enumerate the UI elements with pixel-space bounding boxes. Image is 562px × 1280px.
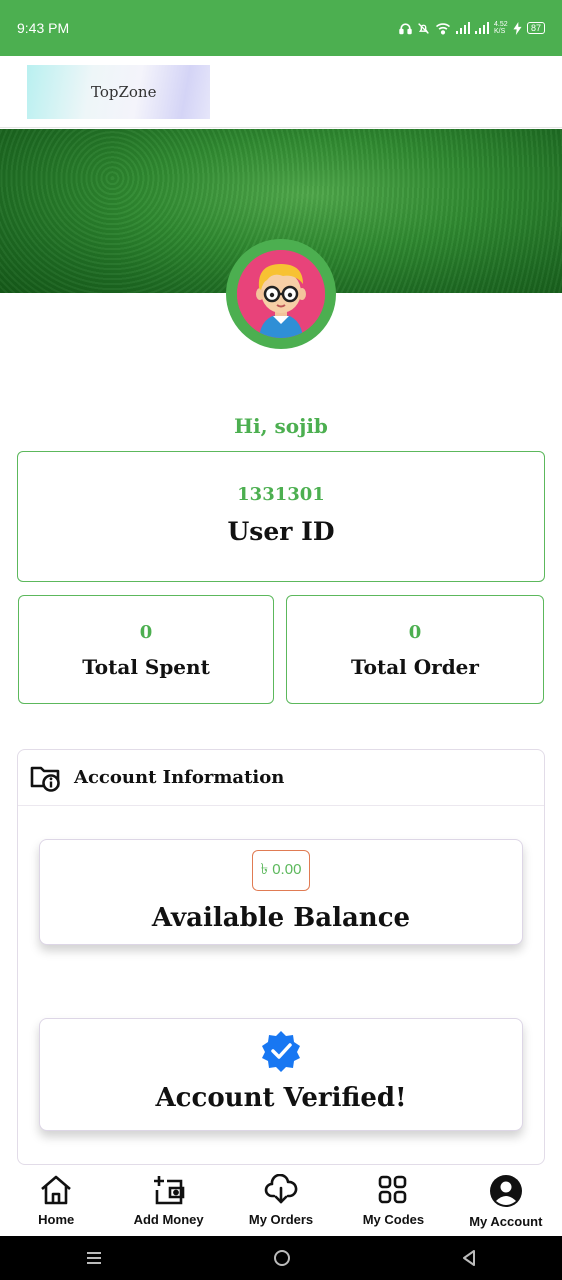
grid-icon bbox=[379, 1175, 407, 1204]
folder-info-icon bbox=[30, 766, 60, 792]
bottom-nav: Home Add Money My Orders My Codes My Acc… bbox=[0, 1166, 562, 1236]
signal-icon bbox=[455, 22, 470, 34]
nav-my-codes[interactable]: My Codes bbox=[337, 1166, 449, 1236]
total-spent-value: 0 bbox=[139, 622, 153, 643]
cloud-download-icon bbox=[264, 1174, 298, 1204]
nav-my-account[interactable]: My Account bbox=[450, 1166, 562, 1236]
nav-my-account-label: My Account bbox=[469, 1214, 543, 1229]
headphones-icon bbox=[399, 22, 412, 34]
home-icon bbox=[41, 1175, 72, 1205]
nav-add-money[interactable]: Add Money bbox=[112, 1166, 224, 1236]
wifi-icon bbox=[435, 22, 451, 35]
available-balance-label: Available Balance bbox=[151, 903, 411, 933]
total-spent-card: 0 Total Spent bbox=[18, 595, 274, 704]
account-verified-label: Account Verified! bbox=[155, 1083, 407, 1113]
nav-my-codes-label: My Codes bbox=[362, 1212, 425, 1227]
signal-icon-2 bbox=[474, 22, 489, 34]
account-information-title: Account Information bbox=[74, 767, 285, 788]
status-time: 9:43 PM bbox=[17, 20, 70, 36]
back-icon[interactable] bbox=[461, 1249, 477, 1267]
app-header: TopZone bbox=[0, 56, 562, 128]
user-id-label: User ID bbox=[227, 517, 335, 546]
account-circle-icon bbox=[489, 1175, 522, 1207]
logo[interactable]: TopZone bbox=[27, 65, 210, 119]
battery-level: 87 bbox=[526, 22, 545, 34]
greeting: Hi, sojib bbox=[234, 414, 328, 438]
total-order-card: 0 Total Order bbox=[286, 595, 544, 704]
network-speed: 4.52 K/S bbox=[493, 21, 508, 35]
status-bar: 9:43 PM 4.52 K/S 87 bbox=[0, 0, 562, 56]
avatar-image bbox=[237, 250, 325, 338]
verified-check-icon bbox=[262, 1031, 300, 1072]
charging-icon bbox=[513, 21, 522, 35]
verified-badge bbox=[40, 1029, 522, 1077]
nav-my-orders[interactable]: My Orders bbox=[225, 1166, 337, 1236]
account-information-panel: Account Information ৳ 0.00 Available Bal… bbox=[17, 749, 545, 1165]
total-order-label: Total Order bbox=[351, 655, 479, 679]
status-icons: 4.52 K/S 87 bbox=[399, 21, 545, 35]
account-information-header: Account Information bbox=[18, 750, 544, 806]
total-order-value: 0 bbox=[408, 622, 422, 643]
user-id-card: 1331301 User ID bbox=[17, 451, 545, 582]
total-spent-label: Total Spent bbox=[82, 655, 210, 679]
avatar bbox=[226, 239, 336, 349]
recent-apps-icon[interactable] bbox=[85, 1250, 103, 1266]
user-id-value: 1331301 bbox=[237, 484, 325, 505]
logo-text: TopZone bbox=[91, 83, 157, 101]
mute-icon bbox=[418, 22, 429, 34]
boy-with-glasses-icon bbox=[237, 250, 325, 338]
nav-add-money-label: Add Money bbox=[133, 1212, 204, 1227]
system-nav-bar bbox=[0, 1236, 562, 1280]
add-wallet-icon bbox=[153, 1176, 184, 1205]
home-circle-icon[interactable] bbox=[273, 1249, 291, 1267]
nav-my-orders-label: My Orders bbox=[248, 1212, 314, 1227]
nav-home-label: Home bbox=[38, 1212, 75, 1227]
nav-home[interactable]: Home bbox=[0, 1166, 112, 1236]
balance-amount-badge: ৳ 0.00 bbox=[251, 850, 311, 891]
account-verified-card: Account Verified! bbox=[39, 1018, 523, 1131]
available-balance-card: ৳ 0.00 Available Balance bbox=[39, 839, 523, 945]
